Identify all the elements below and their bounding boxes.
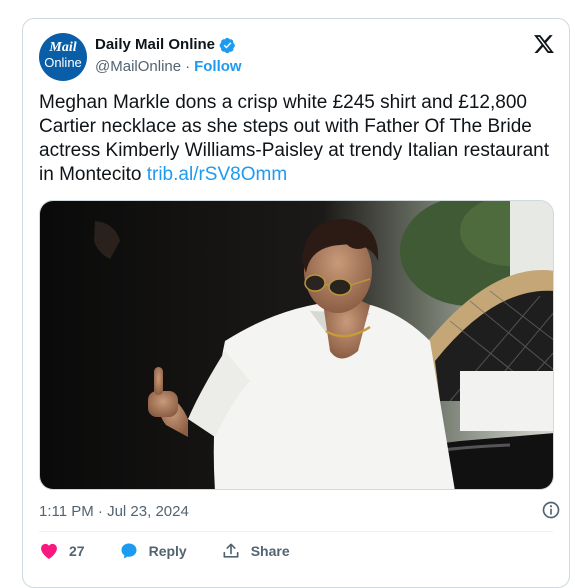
display-name[interactable]: Daily Mail Online xyxy=(95,36,215,54)
tweet-header: Mail Online Daily Mail Online @MailOnlin… xyxy=(39,33,555,81)
tweet-body: Meghan Markle dons a crisp white £245 sh… xyxy=(39,92,550,185)
verified-badge-icon xyxy=(219,37,235,53)
tweet-link[interactable]: trib.al/rSV8Omm xyxy=(147,164,287,185)
avatar-logo-line2: Online xyxy=(44,55,82,70)
info-icon[interactable] xyxy=(541,500,561,520)
share-label: Share xyxy=(250,543,290,559)
heart-icon xyxy=(41,543,57,559)
tweet-embed-card[interactable]: Mail Online Daily Mail Online @MailOnlin… xyxy=(22,18,570,588)
photo-illustration xyxy=(40,201,553,489)
divider xyxy=(39,531,553,532)
avatar-logo-line1: Mail xyxy=(49,40,77,55)
x-logo-icon[interactable] xyxy=(533,33,555,55)
tweet-text: Meghan Markle dons a crisp white £245 sh… xyxy=(39,91,559,187)
share-icon xyxy=(223,543,239,558)
name-row: Daily Mail Online xyxy=(95,36,236,54)
tweet-photo[interactable] xyxy=(39,200,554,490)
handle-row: @MailOnline · Follow xyxy=(95,58,242,76)
share-button[interactable]: Share xyxy=(221,541,290,561)
handle[interactable]: @MailOnline xyxy=(95,58,181,76)
follow-button[interactable]: Follow xyxy=(194,58,242,76)
like-button[interactable]: 27 xyxy=(39,541,85,561)
avatar[interactable]: Mail Online xyxy=(39,33,87,81)
action-bar: 27 Reply Share xyxy=(39,539,290,563)
reply-icon xyxy=(121,543,137,559)
like-count: 27 xyxy=(69,543,85,559)
reply-button[interactable]: Reply xyxy=(119,541,187,561)
separator-dot: · xyxy=(185,58,191,75)
reply-label: Reply xyxy=(148,543,187,559)
tweet-timestamp[interactable]: 1:11 PM · Jul 23, 2024 xyxy=(39,503,189,520)
